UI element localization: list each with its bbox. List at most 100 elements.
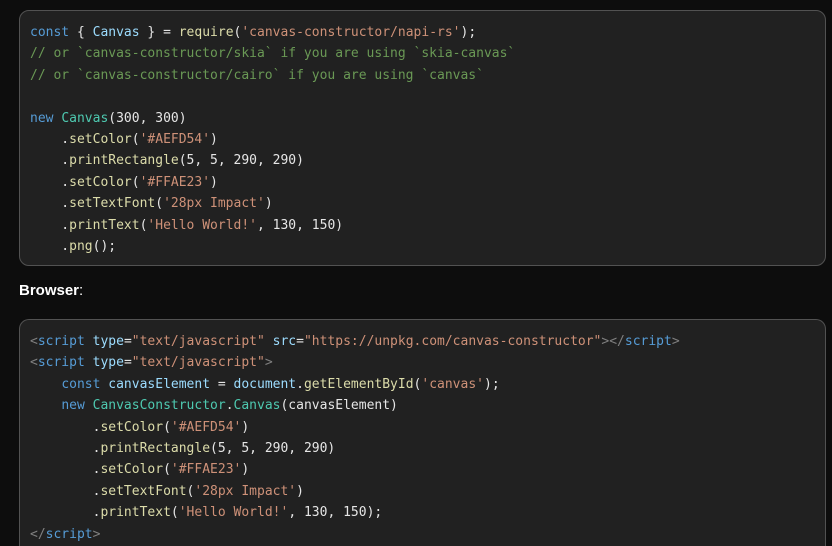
code-token-text: ) (296, 483, 304, 499)
code-token-text: ) (241, 419, 250, 435)
section-heading-browser: Browser: (19, 282, 83, 299)
code-token-text: (); (92, 238, 117, 254)
code-token-class: Canvas (61, 110, 109, 126)
code-token-keyword: new (61, 398, 85, 414)
code-token-function: setTextFont (69, 196, 156, 212)
code-token-string: '#AEFD54' (170, 419, 242, 435)
code-token-text: . (225, 398, 234, 414)
code-token-string: "text/javascript" (131, 334, 265, 349)
code-line: <script type="text/javascript" src="http… (30, 331, 825, 352)
code-token-text: ( (131, 174, 140, 190)
code-token-text: , 130, 150) (257, 217, 344, 233)
page: const { Canvas } = require ('canvas-const… (0, 0, 832, 546)
code-token-attribute: src (272, 334, 297, 349)
code-token-attribute: type (92, 334, 124, 349)
code-token-text: . (30, 238, 70, 254)
code-token-string: 'Hello World!' (178, 505, 289, 521)
code-token-punctuation: ></ (601, 334, 625, 349)
code-line: .setTextFont('28px Impact') (30, 481, 825, 502)
code-token-punctuation: </ (30, 526, 46, 542)
code-token-class: Canvas (233, 398, 281, 414)
code-token-text: = (210, 376, 234, 392)
code-token-text: . (30, 505, 101, 521)
code-token-text: ( (163, 462, 171, 478)
code-token-string: '#AEFD54' (139, 131, 211, 147)
code-token-string: '28px Impact' (163, 196, 265, 212)
code-token-keyword: const (30, 25, 70, 40)
code-line: .png(); (30, 236, 825, 257)
code-token-tag: script (624, 334, 672, 349)
code-token-comment: // or `canvas-constructor/skia` if you a… (30, 46, 516, 62)
code-line: .printText('Hello World!', 130, 150); (30, 502, 825, 523)
code-line: // or `canvas-constructor/cairo` if you … (30, 65, 825, 86)
code-token-text: ( (155, 196, 164, 212)
code-token-text: (5, 5, 290, 290) (210, 440, 336, 456)
code-line: new CanvasConstructor.Canvas(canvasEleme… (30, 395, 825, 416)
code-token-text: . (30, 462, 101, 478)
code-token-function: printRectangle (100, 440, 211, 456)
code-token-attribute: canvasElement (108, 376, 211, 392)
code-token-attribute: type (92, 355, 124, 371)
code-line: </script> (30, 524, 825, 545)
code-token-text: . (30, 131, 70, 147)
code-token-string: 'canvas' (421, 376, 484, 392)
code-token-text: (canvasElement) (280, 398, 398, 414)
code-token-keyword: const (61, 376, 101, 392)
code-token-text: = (123, 355, 132, 371)
code-token-text: ); (484, 376, 500, 392)
code-token-function: getElementById (303, 376, 414, 392)
code-token-string: '#FFAE23' (139, 174, 211, 190)
code-token-text: = (296, 334, 304, 349)
code-token-tag: script (37, 334, 85, 349)
code-token-attribute: Canvas (92, 25, 140, 40)
code-token-text: . (296, 376, 304, 392)
code-token-punctuation: > (671, 334, 680, 349)
code-token-function: setColor (69, 131, 132, 147)
code-token-text: ) (210, 174, 218, 190)
code-line: .setTextFont('28px Impact') (30, 193, 825, 214)
code-line: const canvasElement = document.getElemen… (30, 374, 825, 395)
code-token-text: . (30, 153, 70, 169)
code-token-function: setColor (100, 419, 164, 435)
code-token-text: (300, 300) (108, 110, 187, 126)
code-token-function: printRectangle (69, 153, 179, 169)
code-token-function: setColor (69, 174, 132, 190)
code-line: .setColor('#FFAE23') (30, 459, 825, 480)
code-token-tag: script (37, 355, 85, 371)
code-block-browser[interactable]: <script type="text/javascript" src="http… (19, 319, 826, 546)
code-token-text: ( (163, 419, 171, 435)
code-token-punctuation: > (264, 355, 273, 371)
code-token-string: 'Hello World!' (147, 217, 257, 233)
code-token-class: CanvasConstructor (92, 398, 226, 414)
code-token-text: { (69, 25, 93, 40)
code-token-keyword: new (30, 110, 54, 126)
code-token-text: = (123, 334, 132, 349)
code-block-node[interactable]: const { Canvas } = require ('canvas-const… (19, 10, 826, 266)
code-token-text: ( (170, 505, 179, 521)
code-token-string: '#FFAE23' (170, 462, 242, 478)
code-token-text: ) (210, 131, 218, 147)
code-line: .setColor('#AEFD54') (30, 417, 825, 438)
code-token-text: (5, 5, 290, 290) (178, 153, 304, 169)
code-token-text: ) (264, 196, 273, 212)
code-token-punctuation: > (92, 526, 101, 542)
code-line: .setColor('#FFAE23') (30, 172, 825, 193)
code-line: <script type="text/javascript"> (30, 352, 825, 373)
code-token-string: "https://unpkg.com/canvas-constructor" (303, 334, 602, 349)
heading-colon: : (79, 282, 84, 299)
code-token-text: ); (460, 25, 477, 40)
code-token-text: . (30, 196, 70, 212)
code-token-function: printText (69, 217, 140, 233)
code-token-comment: // or `canvas-constructor/cairo` if you … (30, 67, 484, 83)
code-token-text: . (30, 483, 101, 499)
code-token-punctuation: < (30, 355, 38, 371)
code-token-function: setColor (100, 462, 164, 478)
code-token-function: require (178, 25, 234, 40)
